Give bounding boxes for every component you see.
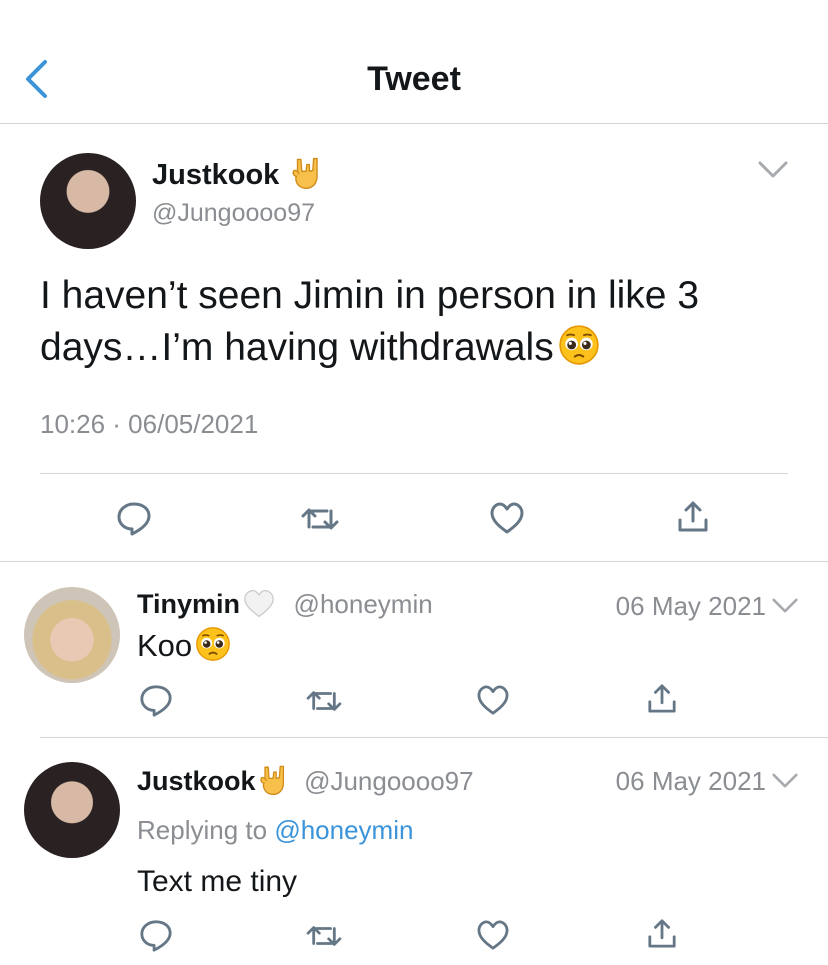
avatar[interactable] bbox=[24, 587, 120, 683]
reply-text: Text me tiny bbox=[137, 865, 298, 898]
retweet-button[interactable] bbox=[305, 686, 343, 716]
tweet-text: I haven’t seen Jimin in person in like 3… bbox=[40, 270, 800, 374]
chevron-down-icon[interactable] bbox=[772, 773, 798, 789]
pleading-face-emoji-icon bbox=[558, 324, 600, 366]
timestamp-divider bbox=[40, 473, 788, 474]
like-icon bbox=[476, 685, 510, 715]
reply-date: 06 May 2021 bbox=[615, 591, 766, 621]
reply-author-handle: @honeymin bbox=[293, 589, 433, 619]
replying-to-label: Replying to bbox=[137, 815, 268, 845]
header-divider bbox=[0, 123, 828, 124]
reply-button[interactable] bbox=[139, 683, 173, 717]
retweet-icon bbox=[305, 686, 343, 716]
reply-author-name[interactable]: Tinymin bbox=[137, 589, 240, 619]
share-button[interactable] bbox=[647, 917, 677, 949]
rock-hand-emoji-icon bbox=[257, 764, 289, 796]
replying-to: Replying to @honeymin bbox=[137, 815, 413, 846]
chevron-down-icon[interactable] bbox=[758, 161, 788, 179]
retweet-icon bbox=[300, 503, 340, 535]
like-button[interactable] bbox=[489, 502, 525, 534]
author-handle: @Jungoooo97 bbox=[152, 199, 316, 227]
reply-icon bbox=[139, 918, 173, 952]
reply-text-body: Koo bbox=[137, 628, 193, 663]
share-icon bbox=[677, 499, 709, 533]
author-name[interactable]: Justkook bbox=[152, 159, 279, 191]
replying-to-handle-link[interactable]: @honeymin bbox=[274, 815, 413, 845]
reply-author-name[interactable]: Justkook bbox=[137, 766, 256, 796]
share-button[interactable] bbox=[647, 682, 677, 714]
like-button[interactable] bbox=[476, 685, 510, 715]
like-button[interactable] bbox=[476, 920, 510, 950]
like-icon bbox=[489, 502, 525, 534]
white-heart-emoji-icon bbox=[242, 589, 276, 619]
retweet-icon bbox=[305, 921, 343, 951]
share-icon bbox=[647, 917, 677, 949]
pleading-face-emoji-icon bbox=[195, 626, 231, 662]
reply-header: Justkook @Jungoooo97 bbox=[137, 764, 474, 797]
tweet-timestamp: 10:26 · 06/05/2021 bbox=[40, 409, 259, 439]
reply-button[interactable] bbox=[139, 918, 173, 952]
author-name-row: Justkook bbox=[152, 156, 323, 192]
rock-hand-emoji-icon bbox=[289, 156, 323, 190]
avatar[interactable] bbox=[24, 762, 120, 858]
reply-divider bbox=[40, 737, 828, 738]
share-button[interactable] bbox=[677, 499, 709, 533]
retweet-button[interactable] bbox=[300, 503, 340, 535]
reply-icon bbox=[116, 500, 152, 536]
reply-icon bbox=[139, 683, 173, 717]
share-icon bbox=[647, 682, 677, 714]
chevron-down-icon[interactable] bbox=[772, 598, 798, 614]
reply-author-handle: @Jungoooo97 bbox=[304, 766, 474, 796]
reply-date: 06 May 2021 bbox=[615, 766, 766, 796]
retweet-button[interactable] bbox=[305, 921, 343, 951]
section-divider bbox=[0, 561, 828, 562]
page-title: Tweet bbox=[367, 60, 461, 98]
reply-header: Tinymin @honeymin bbox=[137, 589, 433, 620]
avatar[interactable] bbox=[40, 153, 136, 249]
tweet-text-body: I haven’t seen Jimin in person in like 3… bbox=[40, 274, 700, 369]
reply-button[interactable] bbox=[116, 500, 152, 536]
reply-text: Koo bbox=[137, 626, 231, 664]
like-icon bbox=[476, 920, 510, 950]
